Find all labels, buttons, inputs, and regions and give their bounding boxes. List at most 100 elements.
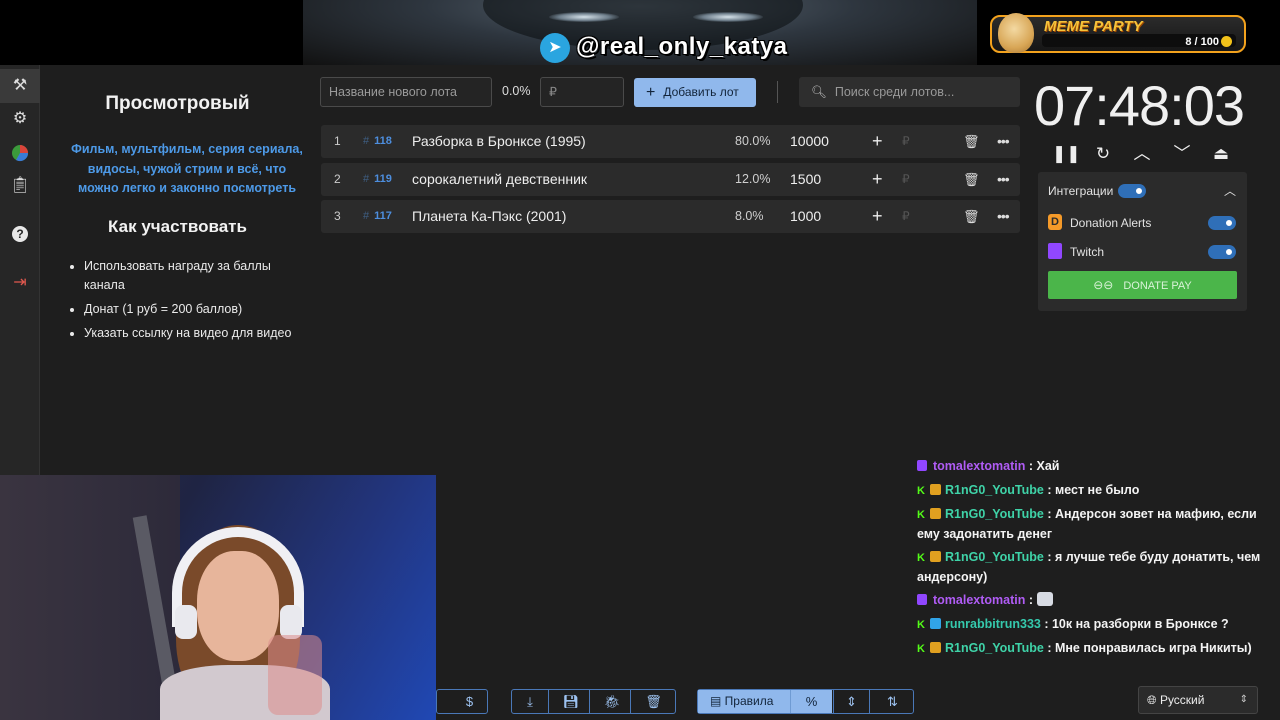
donation-alerts-toggle[interactable] [1208,216,1236,230]
lot-amount-input[interactable]: ₽ [540,77,624,107]
wheel-icon[interactable] [8,141,32,165]
lot-percent: 12.0% [735,172,771,186]
telegram-handle: @real_only_katya [576,33,788,60]
dollar-icon[interactable]: $ [451,690,488,713]
add-amount-icon[interactable]: + [872,125,883,158]
delete-all-icon[interactable]: 🗑︎ [635,690,672,713]
lot-row: 3 #117 Планета Ка-Пэкс (2001) 8.0% 1000 … [321,200,1020,233]
crown-badge [930,642,941,653]
crown-badge [930,551,941,562]
rules-button[interactable]: ▤ Правила [698,690,790,713]
download-icon[interactable]: ⤓ [512,690,549,713]
more-icon[interactable]: ••• [997,200,1010,233]
gear-icon[interactable]: ⚙ [8,107,32,131]
chevron-up-icon[interactable]: ︿ [1224,182,1236,199]
donate-pay-button[interactable]: ⊖⊖ DONATE PAY [1048,271,1237,299]
language-select[interactable]: 🌐︎ Русский ⇕ [1138,686,1258,714]
add-amount-icon[interactable]: + [872,200,883,233]
rules-label: Правила [724,694,774,708]
doge-icon [998,13,1034,53]
ruble-icon: ₽ [902,209,910,223]
crown-badge [930,484,941,495]
search-icon: 🔍︎ [811,85,827,99]
hash-icon: # [363,173,370,185]
pause-icon[interactable]: ❚❚ [1052,142,1081,166]
bug-icon[interactable]: 🐞︎ [594,690,631,713]
hash-icon: # [363,210,370,222]
svg-text:?: ? [16,227,23,241]
integrations-panel: Интеграции ︿ D Donation Alerts Twitch ⊖⊖… [1038,172,1247,311]
chat-overlay: tomalextomatin : Хай K R1nG0_YouTube : ме… [914,437,1280,661]
trash-icon[interactable]: 🗑︎ [963,163,980,196]
twitch-icon [1048,243,1062,259]
chat-username: R1nG0_YouTube [945,507,1044,521]
chat-message: tomalextomatin : [917,591,1272,611]
lot-percent: 80.0% [735,134,771,148]
more-icon[interactable]: ••• [997,125,1010,158]
eject-icon[interactable]: ⏏ [1209,142,1233,166]
chevron-up-icon[interactable]: ︿ [1130,142,1154,166]
add-amount-icon[interactable]: + [872,163,883,196]
lot-index: 3 [334,209,341,223]
twitch-toggle[interactable] [1208,245,1236,259]
trash-icon[interactable]: 🗑︎ [963,125,980,158]
bottom-toolbar-middle: ⤓ 💾︎ 🐞︎ 🗑︎ [511,689,676,714]
chat-text: Хай [1036,459,1060,473]
ruble-icon: ₽ [902,134,910,148]
list-item: Использовать награду за баллы канала [84,257,314,295]
gavel-icon[interactable]: ⚒ [8,74,32,98]
lot-name[interactable]: Планета Ка-Пэкс (2001) [412,200,566,233]
lot-amount[interactable]: 1000 [790,200,821,233]
lot-name[interactable]: сорокалетний девственник [412,163,587,196]
meme-party-title: MEME PARTY [1044,18,1143,35]
chat-username: R1nG0_YouTube [945,641,1044,655]
kick-badge: K [917,643,927,655]
lot-id-text: 117 [374,210,392,222]
emote-icon [1036,592,1053,606]
lot-id[interactable]: #119 [363,163,392,196]
more-icon[interactable]: ••• [997,163,1010,196]
lot-amount[interactable]: 10000 [790,125,829,158]
lot-name-input[interactable]: Название нового лота [320,77,492,107]
help-icon[interactable]: ? [8,222,32,246]
banner-eye-right [693,12,763,22]
lot-id[interactable]: #118 [363,125,392,158]
save-icon[interactable]: 💾︎ [553,690,590,713]
info-title: Просмотровый [105,93,250,114]
integrations-label: Интеграции [1048,184,1114,198]
trash-icon[interactable]: 🗑︎ [963,200,980,233]
split-icon[interactable]: ⇕ [833,690,870,713]
chat-username: R1nG0_YouTube [945,483,1044,497]
chevron-down-icon[interactable]: ﹀ [1170,142,1194,166]
info-panel: Просмотровый Фильм, мультфильм, серия се… [41,65,314,475]
donate-pay-label: DONATE PAY [1123,280,1192,292]
sort-icon[interactable]: ⇅ [874,690,911,713]
lot-name[interactable]: Разборка в Бронксе (1995) [412,125,586,158]
chat-text: 10к на разборки в Бронксе ? [1051,617,1229,631]
kick-badge: K [917,552,927,564]
clipboard-icon[interactable]: 📋︎ [8,174,32,198]
lot-id[interactable]: #117 [363,200,392,233]
lot-id-text: 119 [374,173,392,185]
hash-icon: # [363,135,370,147]
integrations-toggle[interactable] [1118,184,1146,198]
kick-badge: K [917,619,927,631]
lot-percent: 8.0% [735,209,764,223]
sidebar: ⚒ ⚙ 📋︎ ? ⇥ [0,65,40,475]
search-placeholder: Поиск среди лотов... [834,85,955,99]
webcam-cup [268,635,322,715]
add-lot-button[interactable]: + Добавить лот [634,78,756,107]
auction-timer: 07:48:03 [1034,74,1245,137]
chat-username: tomalextomatin [933,459,1026,473]
ruble-icon: ₽ [902,172,910,186]
reset-icon[interactable]: ↻ [1091,142,1115,166]
webcam-overlay [0,475,436,720]
percent-button[interactable]: % [790,690,832,713]
lot-amount[interactable]: 1500 [790,163,821,196]
logout-icon[interactable]: ⇥ [8,271,32,295]
new-lot-percent: 0.0% [502,84,531,98]
link-icon: ⊖⊖ [1093,278,1114,292]
meme-party-widget: MEME PARTY 8 / 100 [990,13,1246,53]
search-input[interactable]: 🔍︎ Поиск среди лотов... [799,77,1020,107]
coin-icon [1221,36,1232,47]
